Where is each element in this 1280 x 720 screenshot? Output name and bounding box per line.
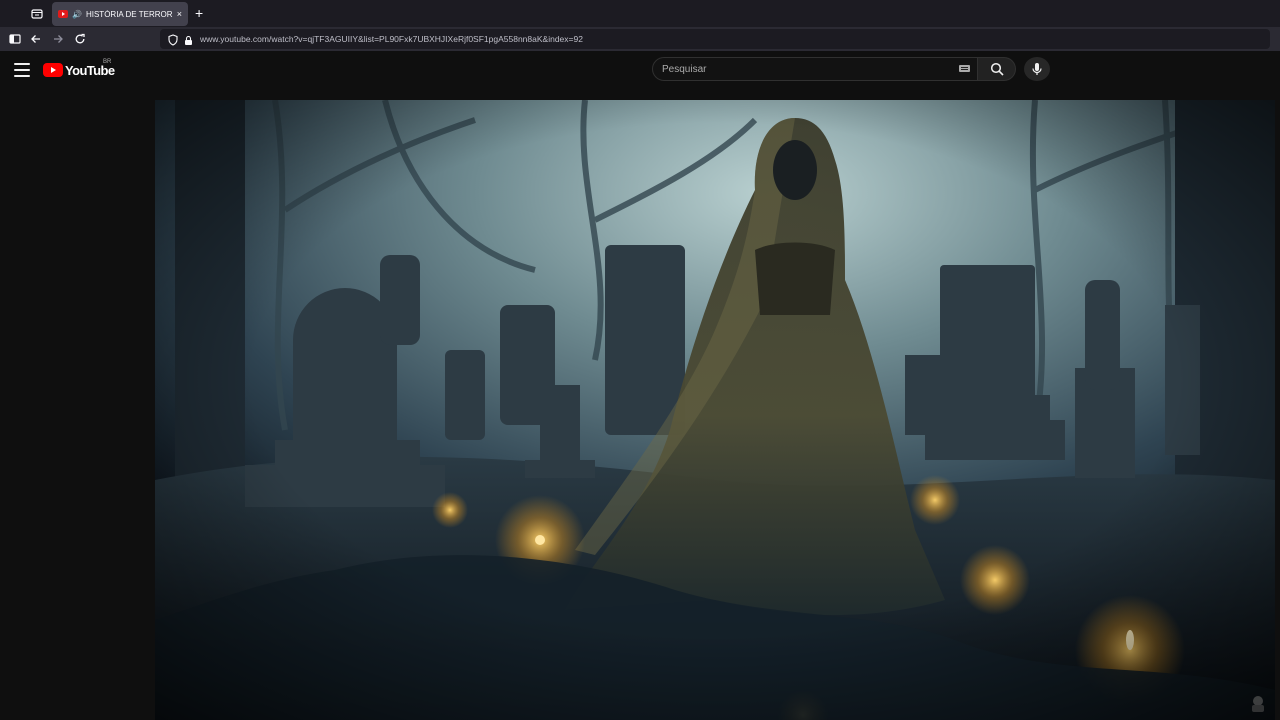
browser-tab-active[interactable]: 🔊 HISTÓRIA DE TERROR : POR × (52, 2, 188, 26)
country-code: BR (103, 59, 112, 65)
video-frame-graveyard-image (155, 100, 1275, 720)
new-tab-button[interactable]: + (195, 5, 203, 21)
lock-icon[interactable] (184, 33, 193, 51)
reload-icon[interactable] (72, 31, 88, 47)
search-button[interactable] (978, 57, 1016, 81)
back-arrow-icon[interactable] (28, 31, 44, 47)
browser-tab-strip: 🔊 HISTÓRIA DE TERROR : POR × + (0, 0, 1280, 27)
forward-arrow-icon[interactable] (50, 31, 66, 47)
channel-watermark-icon[interactable] (1247, 692, 1269, 714)
sidebar-toggle-icon[interactable] (7, 31, 23, 47)
search-box (652, 57, 978, 81)
video-player[interactable] (155, 100, 1275, 720)
tab-overview-icon[interactable] (28, 5, 46, 23)
youtube-favicon-icon (58, 10, 68, 18)
tab-title: HISTÓRIA DE TERROR : POR (85, 9, 173, 19)
menu-icon[interactable] (14, 63, 30, 77)
page-left-gutter (0, 100, 155, 720)
youtube-play-logo-icon (43, 63, 63, 77)
microphone-icon (1032, 63, 1042, 75)
tracking-protection-shield-icon[interactable] (168, 33, 178, 51)
browser-nav-bar: www.youtube.com/watch?v=qjTF3AGUIIY&list… (0, 27, 1280, 51)
address-bar[interactable]: www.youtube.com/watch?v=qjTF3AGUIIY&list… (160, 29, 1270, 49)
youtube-header: YouTube BR (0, 51, 1280, 100)
url-text: www.youtube.com/watch?v=qjTF3AGUIIY&list… (200, 34, 583, 44)
speaker-icon[interactable]: 🔊 (72, 10, 82, 19)
search-icon (990, 62, 1004, 76)
voice-search-button[interactable] (1024, 57, 1050, 81)
tab-close-button[interactable]: × (177, 9, 182, 19)
keyboard-icon[interactable] (959, 65, 970, 72)
search-input[interactable] (662, 58, 952, 80)
